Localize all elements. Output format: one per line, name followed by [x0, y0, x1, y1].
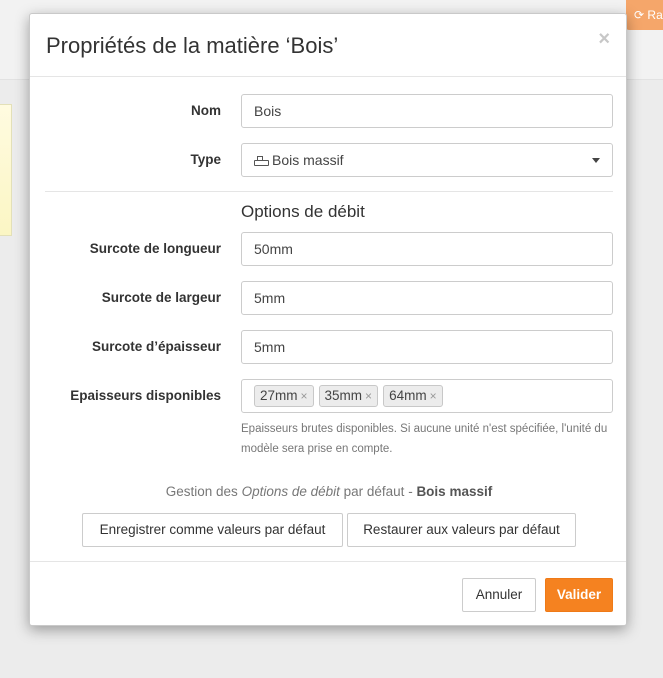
- thickness-allowance-input[interactable]: 5mm: [241, 330, 613, 364]
- refresh-icon: ⟳: [634, 8, 645, 22]
- defaults-caption-prefix: Gestion des: [165, 484, 242, 499]
- name-label: Nom: [191, 103, 221, 118]
- close-icon[interactable]: ×: [598, 28, 610, 51]
- remove-tag-icon[interactable]: ×: [365, 389, 372, 403]
- save-defaults-button[interactable]: Enregistrer comme valeurs par défaut: [82, 513, 343, 547]
- defaults-caption: Gestion des Options de débit par défaut …: [30, 484, 628, 499]
- dialog-header: Propriétés de la matière ‘Bois’ ×: [30, 14, 626, 77]
- available-thickness-label: Epaisseurs disponibles: [70, 388, 221, 403]
- restore-defaults-button[interactable]: Restaurer aux valeurs par défaut: [347, 513, 576, 547]
- remove-tag-icon[interactable]: ×: [301, 389, 308, 403]
- divider: [45, 191, 613, 192]
- length-allowance-label: Surcote de longueur: [89, 241, 221, 256]
- name-input[interactable]: Bois: [241, 94, 613, 128]
- thickness-help-text: Epaisseurs brutes disponibles. Si aucune…: [241, 423, 608, 455]
- thickness-tag-label: 64mm: [389, 388, 427, 403]
- thickness-allowance-row: Surcote d’épaisseur 5mm: [30, 330, 628, 364]
- footer-divider: [30, 561, 626, 562]
- type-select[interactable]: Bois massif: [241, 143, 613, 177]
- background-panel: [0, 104, 12, 236]
- thickness-tag-label: 35mm: [324, 388, 363, 403]
- material-properties-dialog: Propriétés de la matière ‘Bois’ × Nom Bo…: [29, 13, 627, 626]
- defaults-caption-middle: par défaut -: [339, 484, 417, 499]
- defaults-caption-material-type: Bois massif: [416, 484, 493, 499]
- thickness-tag-label: 27mm: [260, 388, 298, 403]
- dialog-title: Propriétés de la matière ‘Bois’: [46, 33, 339, 58]
- available-thickness-tags-input[interactable]: 27mm × 35mm × 64mm ×: [241, 379, 613, 413]
- remove-tag-icon[interactable]: ×: [430, 389, 437, 403]
- width-allowance-label: Surcote de largeur: [101, 290, 221, 305]
- chevron-down-icon: [592, 158, 600, 163]
- thickness-allowance-label: Surcote d’épaisseur: [91, 339, 221, 354]
- thickness-tag: 35mm ×: [318, 385, 379, 407]
- width-allowance-input[interactable]: 5mm: [241, 281, 613, 315]
- type-row: Type Bois massif: [30, 143, 628, 177]
- refresh-button[interactable]: ⟳ Ra: [626, 0, 663, 30]
- width-allowance-row: Surcote de largeur 5mm: [30, 281, 628, 315]
- length-allowance-input[interactable]: 50mm: [241, 232, 613, 266]
- defaults-caption-emphasis: Options de débit: [241, 484, 340, 499]
- thickness-tag: 64mm ×: [383, 385, 443, 407]
- type-select-value: Bois massif: [272, 152, 344, 168]
- hammer-icon: [254, 156, 269, 166]
- refresh-label: Ra: [647, 8, 663, 22]
- length-allowance-row: Surcote de longueur 50mm: [30, 232, 628, 266]
- cut-options-title: Options de débit: [241, 202, 365, 221]
- type-label: Type: [190, 152, 221, 167]
- confirm-button[interactable]: Valider: [545, 578, 613, 612]
- available-thickness-row: Epaisseurs disponibles 27mm × 35mm × 64mm ×: [30, 379, 628, 413]
- name-row: Nom Bois: [30, 94, 628, 128]
- cancel-button[interactable]: Annuler: [462, 578, 536, 612]
- thickness-tag: 27mm ×: [254, 385, 314, 407]
